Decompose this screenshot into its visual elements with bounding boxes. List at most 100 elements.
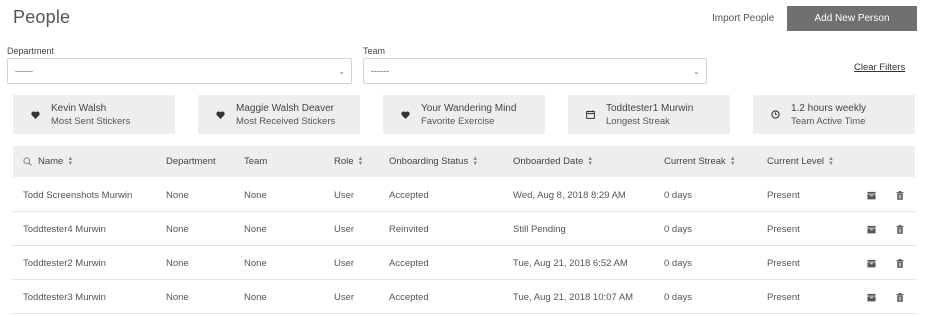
stat-subtitle: Longest Streak — [606, 115, 670, 127]
cell-department: None — [166, 291, 189, 303]
cell-current-streak: 0 days — [664, 291, 692, 303]
heart-icon — [215, 110, 225, 119]
column-header-onboarded-date[interactable]: Onboarded Date ▲ ▼ — [513, 146, 593, 177]
cell-current-streak: 0 days — [664, 257, 692, 269]
cell-current-level: Present — [767, 189, 800, 201]
chevron-down-icon: ⌄ — [693, 67, 700, 76]
column-label: Onboarding Status — [389, 156, 469, 167]
department-filter-select[interactable]: ------ ⌄ — [7, 58, 352, 84]
cell-team: None — [244, 257, 267, 269]
table-row[interactable]: Toddtester4 Murwin None None User Reinvi… — [13, 212, 915, 246]
cell-role: User — [334, 189, 355, 201]
cell-onboarding-status: Accepted — [389, 189, 429, 201]
cell-name: Todd Screenshots Murwin — [23, 189, 133, 201]
stat-card-most-received: Maggie Walsh Deaver Most Received Sticke… — [198, 95, 360, 134]
heart-icon — [30, 110, 40, 119]
stat-card-longest-streak: Toddtester1 Murwin Longest Streak — [568, 95, 730, 134]
cell-onboarding-status: Accepted — [389, 257, 429, 269]
sort-icon[interactable]: ▲ ▼ — [67, 156, 73, 167]
cell-team: None — [244, 291, 267, 303]
column-header-onboarding-status[interactable]: Onboarding Status ▲ ▼ — [389, 146, 478, 177]
column-label: Name — [38, 156, 64, 167]
cell-department: None — [166, 257, 189, 269]
cell-onboarding-status: Reinvited — [389, 223, 429, 235]
column-header-team: Team — [244, 146, 267, 177]
table-row[interactable]: Toddtester2 Murwin None None User Accept… — [13, 246, 915, 280]
column-header-name[interactable]: Name ▲ ▼ — [23, 146, 73, 177]
team-filter-value: ------ — [371, 66, 389, 76]
department-filter-value: ------ — [15, 66, 33, 76]
cell-team: None — [244, 223, 267, 235]
sort-icon[interactable]: ▲ ▼ — [587, 156, 593, 167]
cell-name: Toddtester4 Murwin — [23, 223, 106, 235]
sort-icon[interactable]: ▲ ▼ — [472, 156, 478, 167]
column-label: Current Level — [767, 156, 825, 167]
sort-icon[interactable]: ▲ ▼ — [358, 156, 364, 167]
team-filter-select[interactable]: ------ ⌄ — [363, 58, 707, 84]
import-people-link[interactable]: Import People — [712, 13, 774, 24]
trash-icon[interactable] — [895, 190, 905, 200]
stat-subtitle: Most Sent Stickers — [51, 115, 131, 127]
sort-icon[interactable]: ▲ ▼ — [730, 156, 736, 167]
calendar-icon — [585, 110, 595, 119]
cell-role: User — [334, 291, 355, 303]
chevron-down-icon: ⌄ — [338, 67, 345, 76]
cell-department: None — [166, 223, 189, 235]
column-header-current-level[interactable]: Current Level ▲ ▼ — [767, 146, 834, 177]
table-row[interactable]: Todd Screenshots Murwin None None User A… — [13, 178, 915, 212]
column-header-current-streak[interactable]: Current Streak ▲ ▼ — [664, 146, 736, 177]
trash-icon[interactable] — [895, 224, 905, 234]
stat-title: Your Wandering Mind — [421, 102, 517, 114]
column-label: Onboarded Date — [513, 156, 584, 167]
stat-subtitle: Most Received Stickers — [236, 115, 336, 127]
clock-icon — [770, 110, 780, 119]
page-title: People — [13, 7, 71, 27]
trash-icon[interactable] — [895, 258, 905, 268]
cell-current-level: Present — [767, 223, 800, 235]
cell-name: Toddtester2 Murwin — [23, 257, 106, 269]
cell-department: None — [166, 189, 189, 201]
sort-icon[interactable]: ▲ ▼ — [828, 156, 834, 167]
department-filter-label: Department — [7, 46, 55, 56]
cell-onboarded-date: Tue, Aug 21, 2018 6:52 AM — [513, 257, 628, 269]
team-filter-label: Team — [363, 46, 386, 56]
heart-icon — [400, 110, 410, 119]
stat-card-team-active-time: 1.2 hours weekly Team Active Time — [753, 95, 915, 134]
column-header-role[interactable]: Role ▲ ▼ — [334, 146, 364, 177]
cell-onboarded-date: Tue, Aug 21, 2018 10:07 AM — [513, 291, 634, 303]
stat-title: Maggie Walsh Deaver — [236, 102, 335, 114]
stat-title: Toddtester1 Murwin — [606, 102, 694, 114]
cell-team: None — [244, 189, 267, 201]
archive-icon[interactable] — [866, 224, 876, 234]
stat-card-most-sent: Kevin Walsh Most Sent Stickers — [13, 95, 175, 134]
cell-onboarded-date: Still Pending — [513, 223, 566, 235]
cell-role: User — [334, 257, 355, 269]
cell-current-level: Present — [767, 257, 800, 269]
stat-title: 1.2 hours weekly — [791, 102, 867, 114]
archive-icon[interactable] — [866, 190, 876, 200]
column-label: Current Streak — [664, 156, 726, 167]
archive-icon[interactable] — [866, 292, 876, 302]
add-new-person-button[interactable]: Add New Person — [787, 6, 917, 31]
archive-icon[interactable] — [866, 258, 876, 268]
column-label: Department — [166, 156, 216, 167]
table-header: Name ▲ ▼ Department Team Role ▲ ▼ Onboardi… — [13, 146, 915, 177]
trash-icon[interactable] — [895, 292, 905, 302]
cell-name: Toddtester3 Murwin — [23, 291, 106, 303]
cell-onboarding-status: Accepted — [389, 291, 429, 303]
cell-current-streak: 0 days — [664, 223, 692, 235]
clear-filters-link[interactable]: Clear Filters — [854, 62, 905, 73]
stat-subtitle: Favorite Exercise — [421, 115, 495, 127]
table-row[interactable]: Toddtester3 Murwin None None User Accept… — [13, 280, 915, 314]
column-label: Role — [334, 156, 354, 167]
cell-role: User — [334, 223, 355, 235]
column-label: Team — [244, 156, 268, 167]
stat-title: Kevin Walsh — [51, 102, 107, 114]
cell-current-streak: 0 days — [664, 189, 692, 201]
column-header-department: Department — [166, 146, 216, 177]
stat-subtitle: Team Active Time — [791, 115, 866, 127]
search-icon[interactable] — [23, 157, 32, 166]
cell-onboarded-date: Wed, Aug 8, 2018 8:29 AM — [513, 189, 626, 201]
cell-current-level: Present — [767, 291, 800, 303]
stat-card-favorite-exercise: Your Wandering Mind Favorite Exercise — [383, 95, 545, 134]
